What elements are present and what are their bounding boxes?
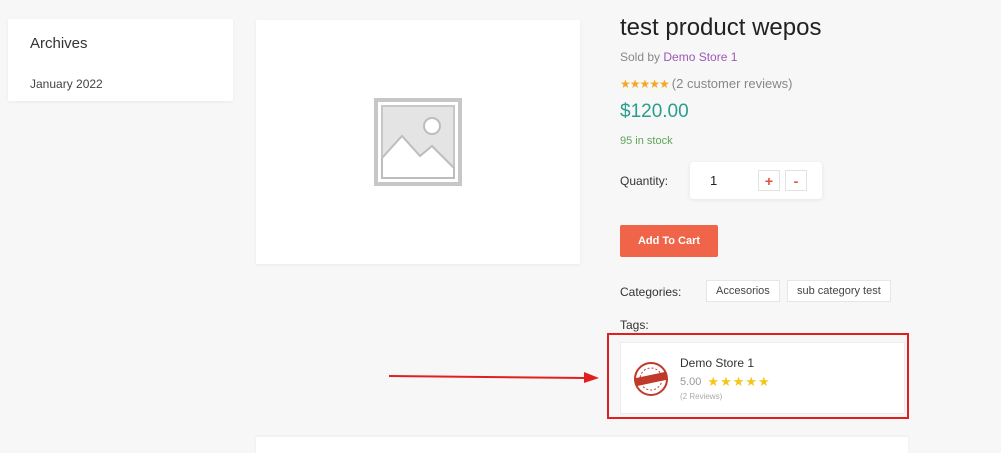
add-to-cart-button[interactable]: Add To Cart	[620, 225, 718, 257]
archives-widget: Archives January 2022	[8, 19, 233, 101]
vendor-link[interactable]: Demo Store 1	[663, 50, 737, 64]
product-rating: ★★★★★ (2 customer reviews)	[620, 76, 792, 91]
tags-label: Tags:	[620, 318, 649, 332]
quantity-stepper: 1 + -	[690, 162, 822, 199]
quantity-input[interactable]: 1	[710, 173, 717, 188]
customer-reviews-link[interactable]: (2 customer reviews)	[672, 76, 793, 91]
quantity-label: Quantity:	[620, 174, 669, 188]
product-image[interactable]	[256, 20, 580, 264]
product-tabs-panel	[256, 437, 908, 453]
archive-link-january-2022[interactable]: January 2022	[30, 77, 103, 91]
image-placeholder-icon	[374, 98, 462, 186]
annotation-arrow-icon	[388, 372, 599, 383]
sold-by-prefix: Sold by	[620, 50, 661, 64]
annotation-highlight-box	[607, 333, 909, 419]
categories-label: Categories:	[620, 285, 682, 299]
category-chip-sub-category-test[interactable]: sub category test	[787, 280, 891, 302]
product-title: test product wepos	[620, 14, 822, 41]
quantity-plus-button[interactable]: +	[758, 170, 780, 191]
stock-status: 95 in stock	[620, 135, 673, 147]
sold-by: Sold by Demo Store 1	[620, 50, 737, 64]
archives-title: Archives	[30, 35, 88, 52]
rating-stars-icon: ★★★★★	[620, 76, 670, 91]
quantity-minus-button[interactable]: -	[785, 170, 807, 191]
product-price: $120.00	[620, 101, 689, 122]
category-chip-accesorios[interactable]: Accesorios	[706, 280, 780, 302]
